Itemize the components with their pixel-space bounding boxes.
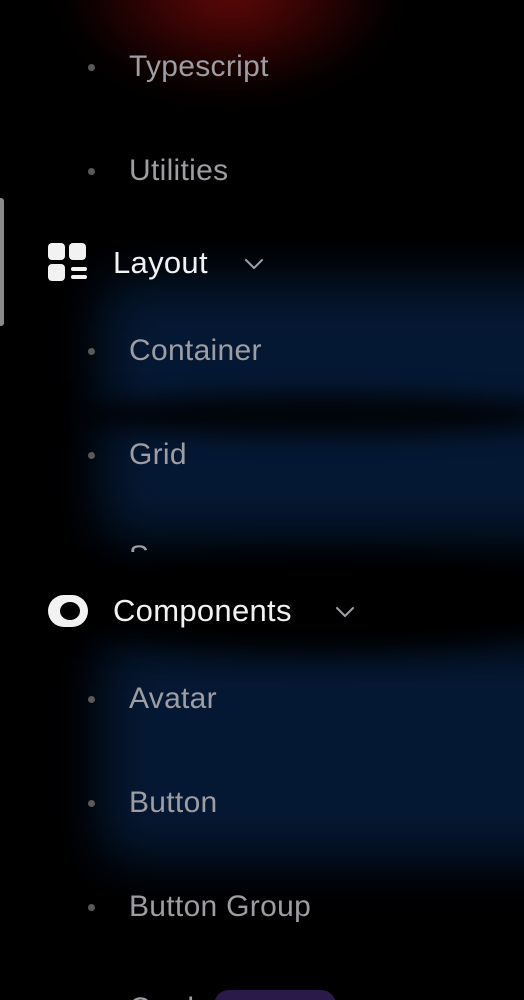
sidebar-item-avatar[interactable]: Avatar [0, 669, 420, 729]
sidebar-item-label: Container [129, 334, 262, 367]
bullet-dot [88, 799, 95, 807]
sidebar-item-label: Button Group [129, 890, 312, 923]
sidebar-item-grid[interactable]: Grid [0, 425, 420, 485]
bullet-dot [88, 63, 95, 71]
bullet-dot [88, 347, 95, 355]
sidebar-item-card-clipped[interactable]: Card [120, 984, 210, 1000]
sidebar-item-button[interactable]: Button [0, 773, 420, 833]
bullet-dot [88, 167, 95, 175]
sidebar-item-label: Typescript [129, 50, 269, 83]
toggle-icon [48, 591, 88, 631]
sidebar-item-typescript[interactable]: Typescript [0, 37, 420, 97]
section-header-layout[interactable]: Layout [0, 233, 420, 293]
sidebar-item-label: Utilities [129, 154, 229, 187]
sidebar-item-utilities[interactable]: Utilities [0, 141, 420, 201]
bullet-dot [88, 903, 95, 911]
sidebar-item-button-group[interactable]: Button Group [0, 877, 420, 937]
sidebar-item-label: Button [129, 786, 218, 819]
chevron-down-icon[interactable] [334, 601, 356, 623]
sidebar-item-label: Card [129, 992, 194, 1000]
sidebar-item-container[interactable]: Container [0, 321, 420, 381]
sidebar-item-label: Grid [129, 438, 187, 471]
background-glow-blue-top [100, 280, 524, 540]
section-header-label: Layout [113, 245, 208, 280]
sidebar-item-clipped[interactable]: S [120, 532, 180, 552]
bullet-dot [88, 451, 95, 459]
sidebar-item-label: S [129, 540, 149, 552]
section-header-label: Components [113, 593, 292, 628]
layout-grid-icon [48, 243, 88, 283]
sidebar-item-label: Avatar [129, 682, 217, 715]
sidebar-page: Typescript Utilities Layout Container Gr… [0, 0, 524, 1000]
section-header-components[interactable]: Components [0, 581, 420, 641]
new-badge [214, 990, 336, 1000]
chevron-down-icon[interactable] [243, 253, 265, 275]
bullet-dot [88, 695, 95, 703]
